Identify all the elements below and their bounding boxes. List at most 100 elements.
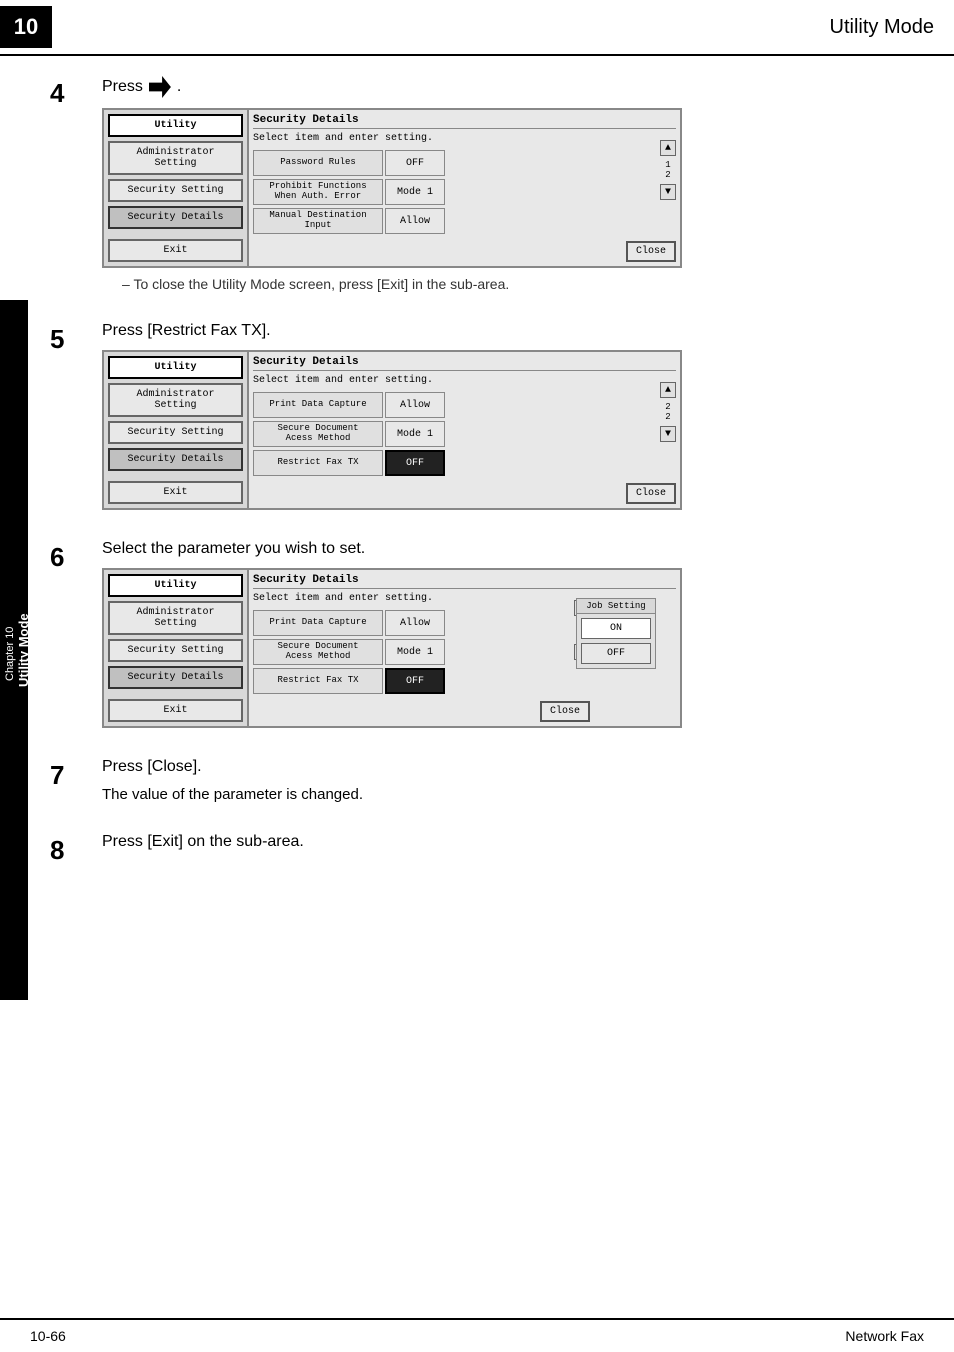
step-8-instruction: Press [Exit] on the sub-area. [102, 833, 914, 851]
screen-left-3: Utility AdministratorSetting Security Se… [104, 570, 249, 726]
security-details-btn-3[interactable]: Security Details [108, 666, 243, 689]
scroll-down-1[interactable]: ▼ [660, 184, 676, 200]
screen-mockup-1: Utility AdministratorSetting Security Se… [102, 108, 682, 268]
step-6-content: Select the parameter you wish to set. Ut… [102, 540, 914, 728]
scroll-up-2[interactable]: ▲ [660, 382, 676, 398]
screen-row-3-2: Secure DocumentAcess Method Mode 1 [253, 639, 586, 665]
screen-row-3-1: Print Data Capture Allow [253, 610, 586, 636]
footer-section: Network Fax [845, 1328, 924, 1344]
page-indicator-2: 22 [660, 402, 676, 422]
page-title: Utility Mode [830, 16, 934, 39]
screen-right-3: Security Details Select item and enter s… [249, 570, 680, 726]
chapter-number: 10 [0, 6, 52, 48]
exit-btn-3[interactable]: Exit [108, 699, 243, 722]
screen-header-2: Security Details [253, 356, 676, 371]
scroll-down-2[interactable]: ▼ [660, 426, 676, 442]
security-setting-btn-1[interactable]: Security Setting [108, 179, 243, 202]
step-4-section: 4 Press . Utility AdministratorSetting S… [50, 76, 914, 292]
security-setting-btn-3[interactable]: Security Setting [108, 639, 243, 662]
row-label-2-1: Print Data Capture [253, 392, 383, 418]
arrow-icon [149, 76, 171, 98]
row-label-3-1: Print Data Capture [253, 610, 383, 636]
utility-btn-2[interactable]: Utility [108, 356, 243, 379]
step-4-sub-note: To close the Utility Mode screen, press … [122, 276, 914, 292]
job-setting-header: Job Setting [577, 599, 655, 614]
step-5-number: 5 [50, 322, 86, 510]
step-8-section: 8 Press [Exit] on the sub-area. [50, 833, 914, 866]
step-5-text: Press [Restrict Fax TX]. [102, 322, 271, 340]
scroll-up-1[interactable]: ▲ [660, 140, 676, 156]
row-value-1-3[interactable]: Allow [385, 208, 445, 234]
screen-left-2: Utility AdministratorSetting Security Se… [104, 352, 249, 508]
step-5-instruction: Press [Restrict Fax TX]. [102, 322, 914, 340]
admin-setting-btn-1[interactable]: AdministratorSetting [108, 141, 243, 175]
row-value-2-1[interactable]: Allow [385, 392, 445, 418]
screen-row-1-3: Manual DestinationInput Allow [253, 208, 658, 234]
page-indicator-1: 12 [660, 160, 676, 180]
close-btn-3[interactable]: Close [540, 701, 590, 722]
footer-page-number: 10-66 [30, 1328, 66, 1344]
close-btn-1[interactable]: Close [626, 241, 676, 262]
step-7-number: 7 [50, 758, 86, 803]
step-5-section: 5 Press [Restrict Fax TX]. Utility Admin… [50, 322, 914, 510]
row-value-2-3[interactable]: OFF [385, 450, 445, 476]
job-setting-off-btn[interactable]: OFF [581, 643, 651, 664]
side-tab-chapter: Chapter 10 [4, 627, 16, 681]
step-4-content: Press . Utility AdministratorSetting Sec… [102, 76, 914, 292]
screen-mockup-2: Utility AdministratorSetting Security Se… [102, 350, 682, 510]
screen-rows-1: Password Rules OFF Prohibit FunctionsWhe… [253, 150, 658, 262]
step-7-content: Press [Close]. The value of the paramete… [102, 758, 914, 803]
job-setting-on-btn[interactable]: ON [581, 618, 651, 639]
row-label-2-2: Secure DocumentAcess Method [253, 421, 383, 447]
security-details-btn-2[interactable]: Security Details [108, 448, 243, 471]
close-btn-2[interactable]: Close [626, 483, 676, 504]
security-setting-btn-2[interactable]: Security Setting [108, 421, 243, 444]
row-value-3-3[interactable]: OFF [385, 668, 445, 694]
screen-row-1-2: Prohibit FunctionsWhen Auth. Error Mode … [253, 179, 658, 205]
row-value-1-2[interactable]: Mode 1 [385, 179, 445, 205]
screen-mockup-3: Utility AdministratorSetting Security Se… [102, 568, 682, 728]
screen-row-1-1: Password Rules OFF [253, 150, 658, 176]
step-4-instruction: Press . [102, 76, 914, 98]
screen-row-2-3: Restrict Fax TX OFF [253, 450, 658, 476]
step-6-section: 6 Select the parameter you wish to set. … [50, 540, 914, 728]
step-6-text: Select the parameter you wish to set. [102, 540, 365, 558]
step-4-period: . [177, 78, 181, 96]
admin-setting-btn-3[interactable]: AdministratorSetting [108, 601, 243, 635]
page-footer: 10-66 Network Fax [0, 1318, 954, 1352]
row-label-2-3: Restrict Fax TX [253, 450, 383, 476]
utility-btn-3[interactable]: Utility [108, 574, 243, 597]
screen-subheader-1: Select item and enter setting. [253, 133, 676, 144]
screen-right-2: Security Details Select item and enter s… [249, 352, 680, 508]
row-value-3-1[interactable]: Allow [385, 610, 445, 636]
screen-row-2-1: Print Data Capture Allow [253, 392, 658, 418]
step-6-number: 6 [50, 540, 86, 728]
page-header: 10 Utility Mode [0, 0, 954, 56]
side-tab: Chapter 10 Utility Mode [0, 300, 28, 1000]
step-8-content: Press [Exit] on the sub-area. [102, 833, 914, 866]
row-value-2-2[interactable]: Mode 1 [385, 421, 445, 447]
row-value-1-1[interactable]: OFF [385, 150, 445, 176]
screen-left-1: Utility AdministratorSetting Security Se… [104, 110, 249, 266]
row-label-1-2: Prohibit FunctionsWhen Auth. Error [253, 179, 383, 205]
screen-right-1: Security Details Select item and enter s… [249, 110, 680, 266]
screen-rows-3: Print Data Capture Allow Secure Document… [253, 610, 586, 722]
step-7-instruction: Press [Close]. [102, 758, 914, 776]
screen-rows-2: Print Data Capture Allow Secure Document… [253, 392, 658, 504]
step-8-number: 8 [50, 833, 86, 866]
step-4-press-label: Press [102, 78, 143, 96]
step-8-text: Press [Exit] on the sub-area. [102, 833, 304, 851]
exit-btn-1[interactable]: Exit [108, 239, 243, 262]
utility-btn-1[interactable]: Utility [108, 114, 243, 137]
admin-setting-btn-2[interactable]: AdministratorSetting [108, 383, 243, 417]
row-value-3-2[interactable]: Mode 1 [385, 639, 445, 665]
exit-btn-2[interactable]: Exit [108, 481, 243, 504]
screen-row-3-3: Restrict Fax TX OFF [253, 668, 586, 694]
side-tab-title: Utility Mode [16, 613, 31, 687]
step-6-instruction: Select the parameter you wish to set. [102, 540, 914, 558]
row-label-1-1: Password Rules [253, 150, 383, 176]
security-details-btn-1[interactable]: Security Details [108, 206, 243, 229]
screen-subheader-2: Select item and enter setting. [253, 375, 676, 386]
row-label-3-3: Restrict Fax TX [253, 668, 383, 694]
row-label-3-2: Secure DocumentAcess Method [253, 639, 383, 665]
